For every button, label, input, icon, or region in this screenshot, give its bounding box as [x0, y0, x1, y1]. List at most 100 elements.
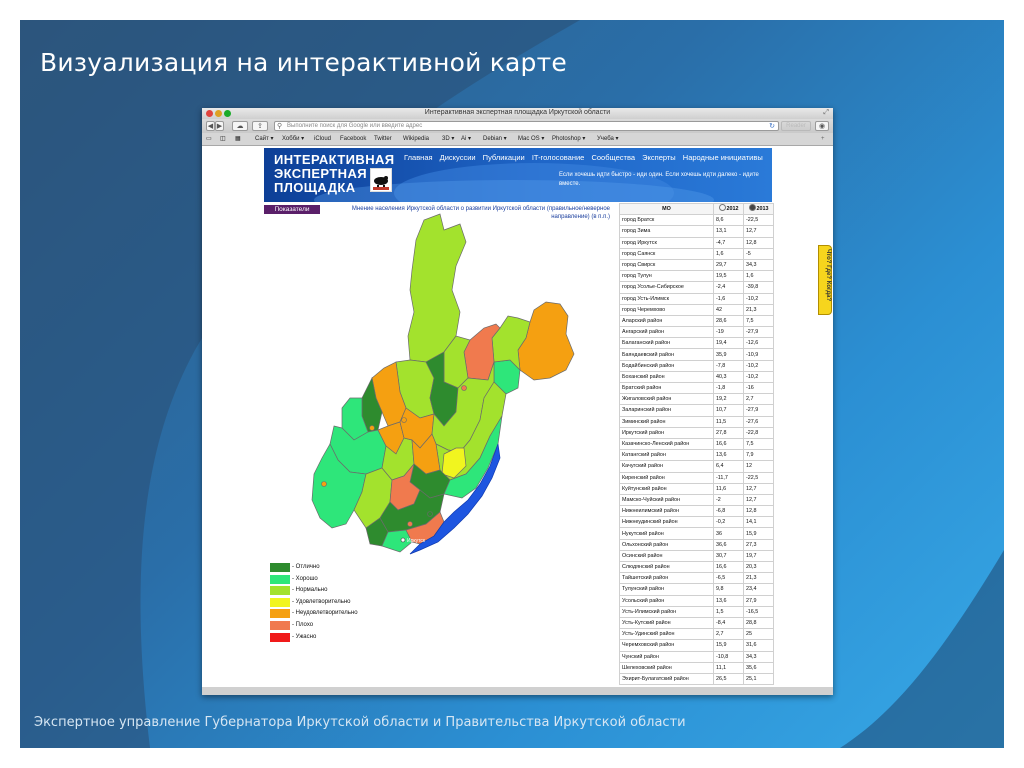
bookmark-item[interactable]: Mac OS ▾ — [518, 134, 544, 144]
city-marker-icon[interactable] — [321, 481, 327, 487]
table-row[interactable]: город Иркутск -4,7 12,8 — [619, 236, 774, 249]
table-row[interactable]: Ольхонский район 36,6 27,3 — [619, 538, 774, 551]
radio-2013[interactable] — [748, 204, 756, 212]
table-row[interactable]: Баяндаевский район 35,9 -10,9 — [619, 348, 774, 361]
bookmark-item[interactable]: Twitter — [374, 134, 392, 144]
table-row[interactable]: Иркутский район 27,8 -22,8 — [619, 426, 774, 439]
bookmark-item[interactable]: Ai ▾ — [461, 134, 471, 144]
table-row[interactable]: Чунский район -10,8 34,3 — [619, 650, 774, 663]
table-row[interactable]: Жигаловский район 19,2 2,7 — [619, 393, 774, 406]
map-region[interactable] — [517, 301, 575, 381]
irkutsk-marker-icon[interactable] — [400, 537, 406, 543]
table-row[interactable]: Качугский район 6,4 12 — [619, 460, 774, 473]
bookmark-item[interactable]: iCloud — [314, 134, 331, 144]
table-row[interactable]: Осинский район 30,7 19,7 — [619, 549, 774, 563]
forward-button[interactable]: ▶ — [215, 121, 224, 131]
back-button[interactable]: ◀ — [206, 121, 215, 131]
bookmark-item[interactable]: Wikipedia — [403, 134, 429, 144]
radio-2012[interactable] — [718, 204, 726, 212]
table-row[interactable]: Слюдянский район 16,6 20,3 — [619, 560, 774, 574]
nav-item[interactable]: Народные инициативы — [683, 153, 763, 162]
table-row[interactable]: Черемховский район 15,9 31,6 — [619, 639, 774, 652]
table-row[interactable]: Братский район -1,8 -16 — [619, 381, 774, 395]
site-logo-line[interactable]: ЭКСПЕРТНАЯ — [274, 166, 367, 181]
address-input[interactable]: Выполните поиск для Google или введите а… — [287, 122, 422, 131]
nav-item[interactable]: Публикации — [483, 153, 525, 162]
bookmark-item[interactable]: Debian ▾ — [483, 134, 507, 144]
table-row[interactable]: Шелеховский район 11,1 35,6 — [619, 661, 774, 674]
top-sites-icon[interactable]: ▦ — [235, 134, 241, 144]
table-row[interactable]: город Усолье-Сибирское -2,4 -39,8 — [619, 281, 774, 294]
table-row[interactable]: Усть-Илимский район 1,5 -16,5 — [619, 605, 774, 618]
city-marker-icon[interactable] — [401, 417, 407, 423]
site-logo-line[interactable]: ПЛОЩАДКА — [274, 180, 355, 195]
nav-item[interactable]: Дискуссии — [440, 153, 476, 162]
nav-item[interactable]: Главная — [404, 153, 433, 162]
table-row[interactable]: город Черемхово 42 21,3 — [619, 303, 774, 316]
column-header-2013[interactable]: 2013 — [743, 202, 774, 216]
nav-item[interactable]: IT-голосование — [532, 153, 585, 162]
table-row[interactable]: город Братск 8,6 -22,5 — [619, 214, 774, 227]
table-row[interactable]: Бодайбинский район -7,8 -10,2 — [619, 359, 774, 372]
icloud-tabs-icon[interactable]: ☁ — [232, 121, 248, 131]
table-row[interactable]: Аларский район 28,6 7,5 — [619, 314, 774, 328]
table-row[interactable]: Эхирит-Булагатский район 26,5 25,1 — [619, 672, 774, 686]
table-row[interactable]: Ангарский район -19 -27,9 — [619, 326, 774, 339]
table-row[interactable]: Заларинский район 10,7 -27,9 — [619, 404, 774, 417]
city-marker-icon[interactable] — [369, 425, 375, 431]
table-row[interactable]: город Саянск 1,6 -5 — [619, 247, 774, 260]
site-nav: Главная Дискуссии Публикации IT-голосова… — [404, 153, 768, 162]
what-where-when-tab[interactable]: Что? Где? Когда? — [818, 245, 832, 315]
table-row[interactable]: Зиминский район 11,5 -27,6 — [619, 415, 774, 428]
value-cell: 19,5 — [713, 270, 744, 283]
table-row[interactable]: Куйтунский район 11,6 12,7 — [619, 482, 774, 495]
region-map[interactable]: Иркутск — [284, 212, 614, 557]
mo-name-cell: город Зима — [619, 225, 714, 238]
table-row[interactable]: Усольский район 13,6 27,9 — [619, 594, 774, 607]
bookmark-item[interactable]: Сайт ▾ — [255, 134, 274, 144]
table-row[interactable]: Нукутский район 36 15,9 — [619, 527, 774, 540]
table-row[interactable]: Мамско-Чуйский район -2 12,7 — [619, 493, 774, 507]
table-row[interactable]: Усть-Удинский район 2,7 25 — [619, 628, 774, 641]
web-page-content: ИНТЕРАКТИВНАЯ ЭКСПЕРТНАЯ ПЛОЩАДКА Главна… — [202, 146, 833, 687]
table-row[interactable]: Балаганский район 19,4 -12,6 — [619, 337, 774, 350]
share-icon[interactable]: ⇪ — [252, 121, 268, 131]
reload-icon[interactable]: ↻ — [769, 122, 775, 131]
table-row[interactable]: Нижнеилимский район -6,8 12,8 — [619, 505, 774, 518]
nav-item[interactable]: Сообщества — [591, 153, 635, 162]
fullscreen-icon[interactable]: ⤢ — [823, 109, 829, 117]
bookmark-item[interactable]: Facebook — [340, 134, 366, 144]
table-row[interactable]: Тулунский район 9,8 23,4 — [619, 583, 774, 596]
address-bar[interactable]: ⚲ Выполните поиск для Google или введите… — [274, 121, 779, 131]
city-marker-icon[interactable] — [427, 511, 433, 517]
table-row[interactable]: город Усть-Илимск -1,6 -10,2 — [619, 292, 774, 305]
bookmark-item[interactable]: Photoshop ▾ — [552, 134, 585, 144]
sidebar-icon[interactable]: ▭ — [206, 134, 212, 144]
presentation-slide: Визуализация на интерактивной карте Инте… — [0, 0, 1024, 768]
table-row[interactable]: Нижнеудинский район -0,2 14,1 — [619, 516, 774, 529]
table-row[interactable]: Боханский район 40,3 -10,2 — [619, 370, 774, 384]
downloads-icon[interactable]: ◉ — [815, 121, 829, 131]
legend-swatch — [270, 620, 290, 630]
table-row[interactable]: город Зима 13,1 12,7 — [619, 225, 774, 238]
reading-list-icon[interactable]: ◫ — [220, 134, 226, 144]
add-bookmark-icon[interactable]: + — [821, 134, 825, 144]
value-cell: 12,8 — [743, 236, 774, 249]
table-row[interactable]: город Свирск 29,7 34,3 — [619, 258, 774, 272]
mo-name-cell: Шелеховский район — [619, 661, 714, 674]
table-row[interactable]: Казачинско-Ленский район 16,6 7,5 — [619, 437, 774, 451]
city-marker-icon[interactable] — [407, 521, 413, 527]
column-header-2012[interactable]: 2012 — [713, 202, 744, 216]
bookmark-item[interactable]: 3D ▾ — [442, 134, 454, 144]
site-logo-line[interactable]: ИНТЕРАКТИВНАЯ — [274, 152, 395, 167]
table-row[interactable]: Тайшетский район -6,5 21,3 — [619, 572, 774, 585]
city-marker-icon[interactable] — [461, 385, 467, 391]
nav-item[interactable]: Эксперты — [642, 153, 676, 162]
table-row[interactable]: Киренский район -11,7 -22,5 — [619, 471, 774, 484]
table-row[interactable]: Усть-Кутский район -8,4 28,8 — [619, 616, 774, 630]
table-row[interactable]: Катангский район 13,6 7,9 — [619, 449, 774, 462]
bookmark-item[interactable]: Учеба ▾ — [597, 134, 619, 144]
table-row[interactable]: город Тулун 19,5 1,6 — [619, 270, 774, 283]
reader-button[interactable]: Reader — [781, 121, 811, 131]
bookmark-item[interactable]: Хобби ▾ — [282, 134, 304, 144]
